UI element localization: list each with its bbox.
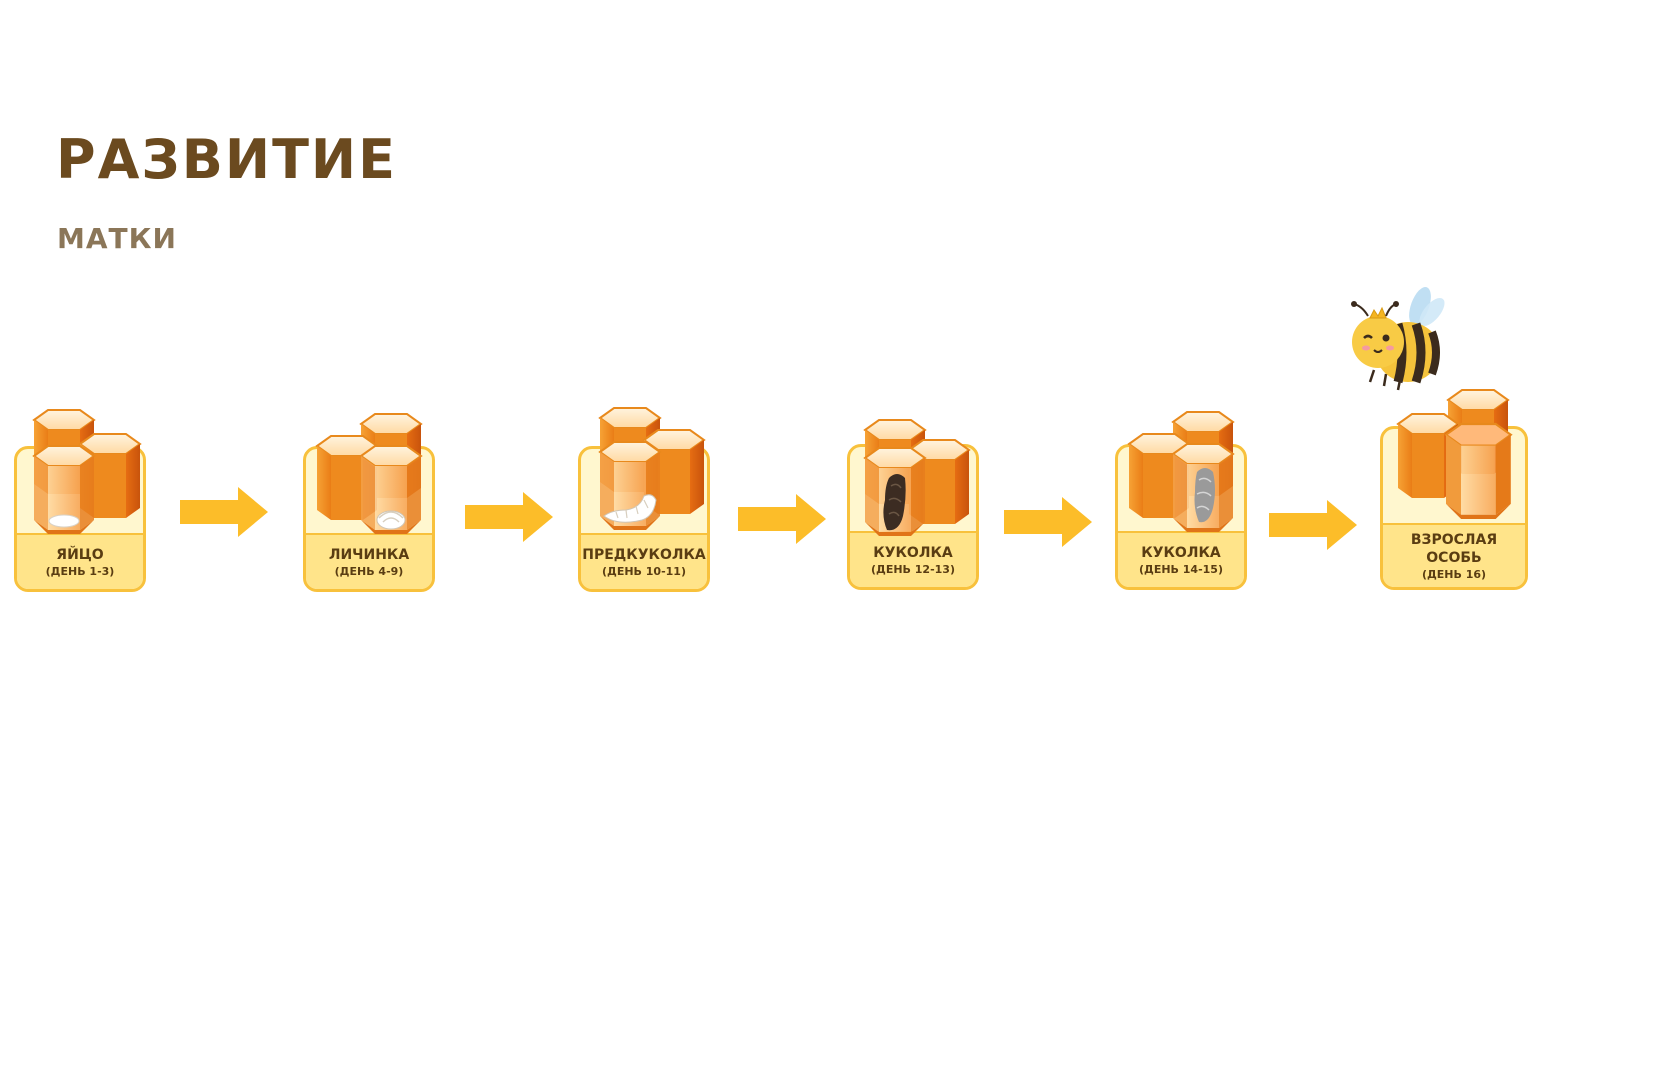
honeycomb-cells-icon <box>33 409 141 535</box>
honeycomb-cells-icon <box>316 413 422 535</box>
arrow-right-icon <box>1269 500 1357 550</box>
arrow-right-icon <box>1004 497 1092 547</box>
page-subtitle: МАТКИ <box>57 222 177 255</box>
stage-adult: ВЗРОСЛАЯ ОСОБЬ (ДЕНЬ 16) <box>1380 389 1528 590</box>
stage-larva: ЛИЧИНКА (ДЕНЬ 4-9) <box>303 412 435 592</box>
stage-days: (ДЕНЬ 12-13) <box>871 562 955 576</box>
arrow-right-icon <box>738 494 826 544</box>
honeycomb-cells-icon <box>1397 389 1513 520</box>
page-title: РАЗВИТИЕ <box>56 128 398 191</box>
stage-days: (ДЕНЬ 1-3) <box>45 564 115 578</box>
egg-icon <box>48 514 80 528</box>
stage-pupa-dark: КУКОЛКА (ДЕНЬ 12-13) <box>847 418 979 590</box>
stage-name: ВЗРОСЛАЯ ОСОБЬ <box>1410 531 1498 566</box>
stage-days: (ДЕНЬ 4-9) <box>334 564 404 578</box>
stage-name: КУКОЛКА <box>1141 544 1221 561</box>
stage-pupa-grey: КУКОЛКА (ДЕНЬ 14-15) <box>1115 410 1247 590</box>
larva-icon <box>376 510 406 530</box>
stage-name: ЛИЧИНКА <box>328 546 410 563</box>
honeycomb-cells-icon <box>599 407 705 531</box>
stage-days: (ДЕНЬ 16) <box>1421 567 1487 581</box>
arrow-right-icon <box>180 487 268 537</box>
honeycomb-cells-icon <box>1128 411 1234 533</box>
arrow-right-icon <box>465 492 553 542</box>
queen-bee-icon <box>1351 286 1445 391</box>
stage-days: (ДЕНЬ 14-15) <box>1139 562 1223 576</box>
honeycomb-cells-icon <box>864 419 970 537</box>
stage-name: ЯЙЦО <box>56 546 104 563</box>
stage-name: ПРЕДКУКОЛКА <box>582 546 706 563</box>
stage-days: (ДЕНЬ 10-11) <box>602 564 686 578</box>
stage-prepupa: ПРЕДКУКОЛКА (ДЕНЬ 10-11) <box>578 407 710 592</box>
stage-egg: ЯЙЦО (ДЕНЬ 1-3) <box>14 409 146 592</box>
